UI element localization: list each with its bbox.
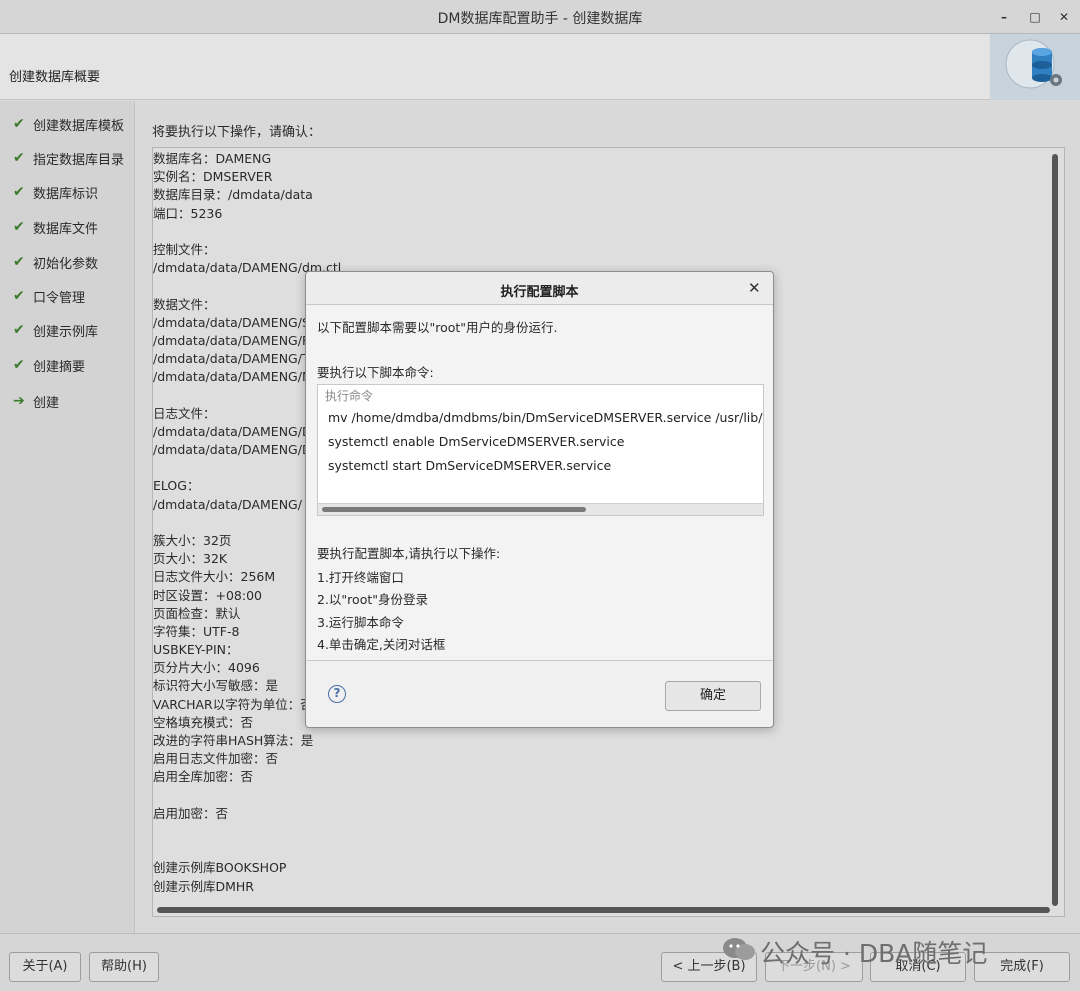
summary-line — [153, 823, 341, 841]
summary-line — [153, 223, 341, 241]
execute-script-dialog: 执行配置脚本 ✕ 以下配置脚本需要以"root"用户的身份运行. 要执行以下脚本… — [305, 271, 774, 728]
summary-line: 数据库目录：/dmdata/data — [153, 187, 313, 203]
check-icon: ✔ — [13, 357, 25, 373]
wizard-steps-sidebar: ✔ 创建数据库模板 ✔ 指定数据库目录 ✔ 数据库标识 ✔ 数据库文件 ✔ 初始化参数 ✔… — [0, 101, 135, 933]
step-label: 创建数据库模板 — [33, 118, 125, 134]
help-icon[interactable]: ? — [328, 685, 346, 703]
arrow-right-icon: ➔ — [13, 393, 25, 409]
watermark-text: 公众号 · DBA随笔记 — [760, 939, 988, 968]
ok-button[interactable]: 确定 — [665, 681, 761, 711]
scrollbar-thumb[interactable] — [322, 507, 586, 512]
confirm-label: 将要执行以下操作，请确认： — [152, 125, 322, 140]
summary-line: 启用加密：否 — [153, 805, 229, 821]
about-button[interactable]: 关于(A) — [9, 952, 81, 982]
step-item: ✔ 创建摘要 — [13, 355, 85, 375]
minimize-button[interactable]: – — [993, 6, 1015, 28]
check-icon: ✔ — [13, 322, 25, 338]
step-item: ✔ 初始化参数 — [13, 252, 98, 272]
instruction-item: 2.以"root"身份登录 — [317, 592, 428, 607]
dialog-close-icon[interactable]: ✕ — [748, 279, 761, 297]
step-item: ✔ 口令管理 — [13, 286, 85, 306]
summary-line: 数据库名：DAMENG — [153, 151, 272, 166]
summary-line: 端口：5236 — [153, 205, 223, 221]
table-row[interactable]: systemctl start DmServiceDMSERVER.servic… — [328, 458, 611, 473]
dialog-intro: 以下配置脚本需要以"root"用户的身份运行. — [317, 320, 558, 335]
step-item: ✔ 创建示例库 — [13, 320, 98, 340]
dialog-body: 以下配置脚本需要以"root"用户的身份运行. 要执行以下脚本命令: 执行命令 … — [307, 306, 772, 661]
help-button[interactable]: 帮助(H) — [89, 952, 159, 982]
summary-line: 实例名：DMSERVER — [153, 169, 273, 185]
table-row[interactable]: mv /home/dmdba/dmdbms/bin/DmServiceDMSER… — [328, 410, 763, 425]
check-icon: ✔ — [13, 219, 25, 235]
step-item: ✔ 数据库文件 — [13, 217, 98, 237]
window-titlebar: DM数据库配置助手 - 创建数据库 – □ ✕ — [0, 0, 1080, 34]
instruction-item: 4.单击确定,关闭对话框 — [317, 637, 446, 652]
instruction-item: 3.运行脚本命令 — [317, 615, 404, 630]
summary-line: 改进的字符串HASH算法：是 — [153, 733, 314, 748]
database-logo-icon — [990, 34, 1080, 100]
dialog-header: 执行配置脚本 ✕ — [306, 272, 773, 305]
vertical-scrollbar[interactable] — [1052, 154, 1058, 906]
summary-line — [153, 841, 341, 859]
instruction-item: 1.打开终端窗口 — [317, 570, 404, 585]
summary-line: 创建示例库BOOKSHOP — [153, 860, 287, 876]
summary-line: 启用日志文件加密：否 — [153, 751, 279, 767]
watermark: 公众号 · DBA随笔记 — [722, 934, 987, 968]
wizard-footer: 关于(A) 帮助(H) < 上一步(B) 下一步(N) > 取消(C) 完成(F… — [0, 933, 1080, 991]
wechat-icon — [722, 936, 760, 968]
check-icon: ✔ — [13, 116, 25, 132]
summary-line: 启用全库加密：否 — [153, 769, 254, 785]
summary-line: 创建示例库DMHR — [153, 878, 254, 894]
step-label: 数据库文件 — [33, 221, 99, 237]
check-icon: ✔ — [13, 254, 25, 270]
check-icon: ✔ — [13, 150, 25, 166]
finish-button[interactable]: 完成(F) — [974, 952, 1070, 982]
summary-line — [153, 787, 341, 805]
step-label: 创建示例库 — [33, 324, 99, 340]
step-label: 创建 — [33, 395, 60, 411]
horizontal-scrollbar[interactable] — [157, 907, 1050, 913]
page-title: 创建数据库概要 — [9, 70, 101, 85]
step-item: ✔ 指定数据库目录 — [13, 148, 124, 168]
step-label: 数据库标识 — [33, 186, 99, 202]
check-icon: ✔ — [13, 184, 25, 200]
dialog-title: 执行配置脚本 — [500, 285, 579, 300]
step-label: 创建摘要 — [33, 359, 86, 375]
wizard-header: 创建数据库概要 — [0, 34, 1080, 100]
step-label: 口令管理 — [33, 290, 86, 306]
step-label: 指定数据库目录 — [33, 152, 125, 168]
step-item: ✔ 创建数据库模板 — [13, 114, 124, 134]
commands-table[interactable]: 执行命令 mv /home/dmdba/dmdbms/bin/DmService… — [317, 384, 764, 516]
step-item: ✔ 数据库标识 — [13, 182, 98, 202]
summary-line: 控制文件： — [153, 241, 216, 257]
table-row[interactable]: systemctl enable DmServiceDMSERVER.servi… — [328, 434, 624, 449]
step-label: 初始化参数 — [33, 256, 99, 272]
window-close-button[interactable]: ✕ — [1053, 6, 1075, 28]
step-item-current: ➔ 创建 — [13, 391, 59, 411]
column-header: 执行命令 — [325, 389, 374, 403]
horizontal-scrollbar[interactable] — [318, 503, 763, 515]
maximize-button[interactable]: □ — [1024, 6, 1046, 28]
instructions-title: 要执行配置脚本,请执行以下操作: — [317, 546, 501, 561]
commands-label: 要执行以下脚本命令: — [317, 365, 434, 380]
window-title: DM数据库配置助手 - 创建数据库 — [437, 11, 643, 27]
check-icon: ✔ — [13, 288, 25, 304]
